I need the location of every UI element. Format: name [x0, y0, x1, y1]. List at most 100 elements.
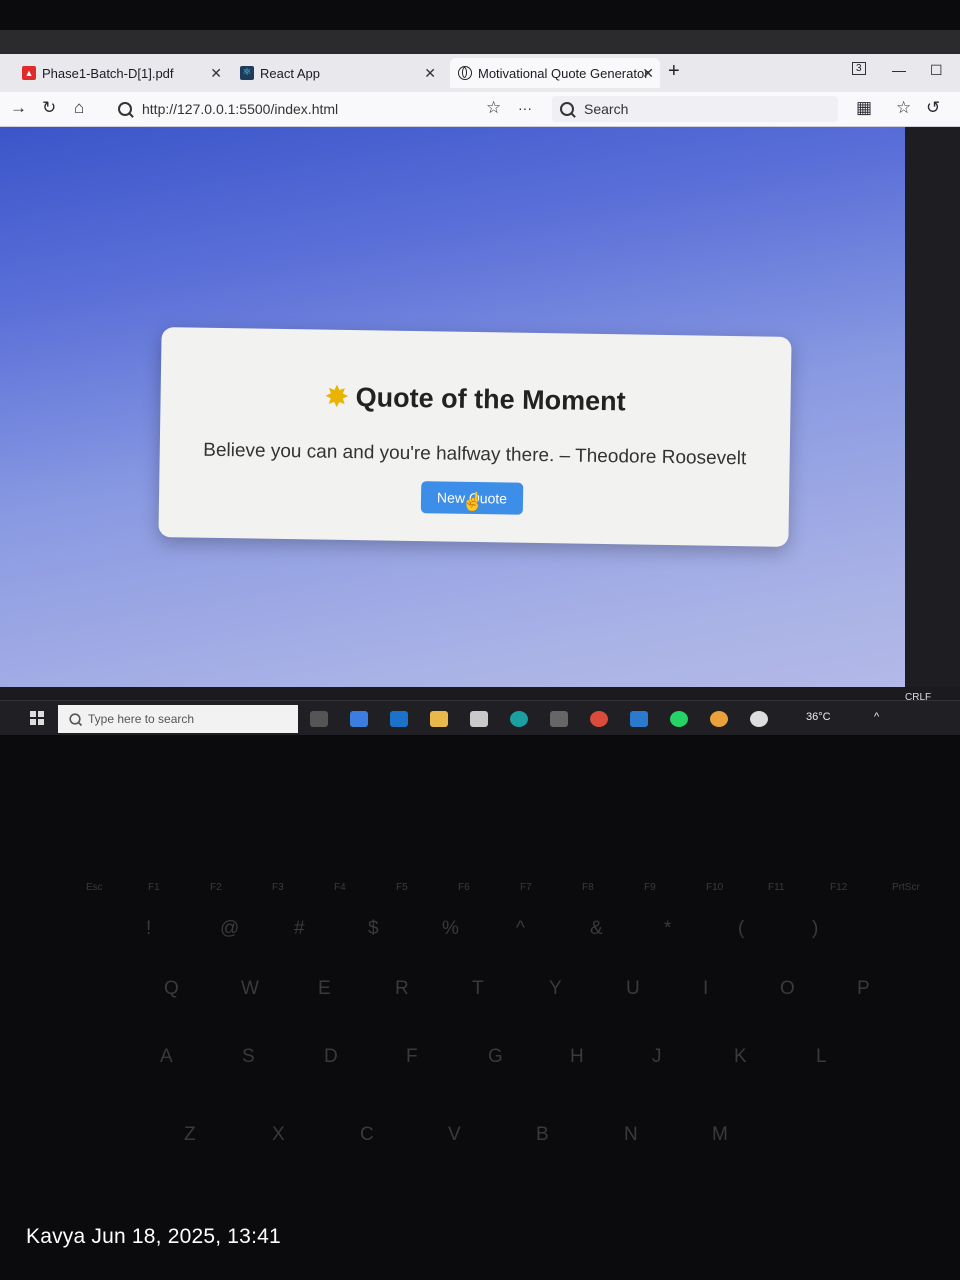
key: A: [160, 1046, 173, 1067]
close-icon[interactable]: ✕: [642, 65, 654, 82]
whatsapp-icon[interactable]: [670, 711, 688, 727]
photo-caption: Kavya Jun 18, 2025, 13:41: [26, 1225, 281, 1248]
key: %: [442, 918, 459, 939]
copilot-icon[interactable]: [350, 711, 368, 727]
tab-label: Phase1-Batch-D[1].pdf: [42, 65, 174, 81]
new-tab-icon[interactable]: +: [668, 60, 680, 83]
page-title: ✸ Quote of the Moment: [160, 379, 790, 420]
store-icon[interactable]: [470, 711, 488, 727]
terminal-icon[interactable]: [550, 711, 568, 727]
taskbar: Type here to search 36°C ^: [0, 700, 960, 735]
close-icon[interactable]: ✕: [210, 65, 222, 82]
outlook-icon[interactable]: [390, 711, 408, 727]
key: F5: [396, 882, 408, 893]
tab-count-icon[interactable]: 3: [852, 62, 866, 75]
photographed-screen: ▲ Phase1-Batch-D[1].pdf ✕ ⚛ React App ✕ …: [0, 30, 960, 735]
vscode-icon[interactable]: [630, 711, 648, 727]
key: F4: [334, 882, 346, 893]
quote-text: Believe you can and you're halfway there…: [203, 439, 747, 470]
url-text: http://127.0.0.1:5500/index.html: [142, 101, 339, 117]
key: @: [220, 918, 240, 939]
more-icon[interactable]: ···: [518, 100, 532, 116]
tray-overflow-icon[interactable]: ^: [874, 711, 879, 723]
taskbar-search-placeholder: Type here to search: [88, 712, 195, 726]
quote-card: ✸ Quote of the Moment Believe you can an…: [158, 327, 792, 547]
key: Q: [164, 978, 179, 999]
key: W: [241, 978, 259, 999]
key: F: [406, 1046, 418, 1067]
search-icon: [560, 102, 574, 116]
key: V: [448, 1124, 461, 1145]
key: U: [626, 978, 640, 999]
home-icon[interactable]: ⌂: [74, 98, 84, 118]
key: N: [624, 1124, 638, 1145]
key: F10: [706, 882, 724, 893]
react-icon: ⚛: [240, 66, 254, 80]
address-bar[interactable]: http://127.0.0.1:5500/index.html: [110, 96, 540, 122]
key: F11: [768, 882, 785, 893]
chatgpt-icon[interactable]: [750, 711, 768, 727]
tab-pdf[interactable]: ▲ Phase1-Batch-D[1].pdf ✕: [14, 58, 228, 88]
key: Esc: [86, 882, 103, 893]
windows-start-icon[interactable]: [30, 711, 44, 725]
chrome-profile-icon[interactable]: [710, 711, 728, 727]
key: #: [294, 918, 305, 939]
key: L: [816, 1046, 827, 1067]
key: M: [712, 1124, 728, 1145]
key: P: [857, 978, 870, 999]
history-icon[interactable]: ↺: [926, 98, 940, 118]
favorites-icon[interactable]: ☆: [896, 98, 911, 118]
search-icon: [69, 713, 81, 725]
pdf-icon: ▲: [22, 66, 36, 80]
forward-icon[interactable]: →: [10, 98, 27, 118]
bookmark-star-icon[interactable]: ☆: [486, 98, 501, 118]
editor-menu-strip: [0, 30, 960, 54]
key: I: [703, 978, 709, 999]
key: *: [664, 918, 672, 939]
close-icon[interactable]: ✕: [424, 65, 436, 82]
star-icon: ✸: [325, 381, 349, 413]
key: ): [812, 918, 819, 939]
key: Y: [549, 978, 562, 999]
minimize-icon[interactable]: —: [892, 62, 906, 78]
reload-icon[interactable]: ↻: [42, 98, 56, 118]
globe-icon: [458, 66, 472, 80]
maximize-icon[interactable]: ☐: [930, 62, 943, 79]
search-placeholder: Search: [584, 101, 629, 117]
page-viewport: ✸ Quote of the Moment Believe you can an…: [0, 127, 905, 687]
key: E: [318, 978, 331, 999]
key: F2: [210, 882, 222, 893]
file-explorer-icon[interactable]: [430, 711, 448, 727]
editor-side-strip: [905, 127, 960, 687]
key: G: [488, 1046, 503, 1067]
tab-bar: ▲ Phase1-Batch-D[1].pdf ✕ ⚛ React App ✕ …: [0, 54, 960, 93]
tab-label: Motivational Quote Generator: [478, 65, 649, 81]
key: F1: [148, 882, 160, 893]
navigation-bar: → ↻ ⌂ http://127.0.0.1:5500/index.html ☆…: [0, 92, 960, 127]
key: S: [242, 1046, 255, 1067]
task-view-icon[interactable]: [310, 711, 328, 727]
key: $: [368, 918, 379, 939]
key: ^: [516, 918, 525, 939]
key: Z: [184, 1124, 196, 1145]
key: H: [570, 1046, 584, 1067]
extensions-icon[interactable]: ▦: [856, 98, 872, 118]
search-icon: [118, 102, 132, 116]
key: F7: [520, 882, 532, 893]
chrome-icon[interactable]: [590, 711, 608, 727]
key: X: [272, 1124, 285, 1145]
key: J: [652, 1046, 662, 1067]
tab-quote-generator[interactable]: Motivational Quote Generator ✕: [450, 58, 660, 88]
edge-icon[interactable]: [510, 711, 528, 727]
search-input[interactable]: Search: [552, 96, 838, 122]
tab-label: React App: [260, 65, 320, 81]
key: C: [360, 1124, 374, 1145]
tab-react-app[interactable]: ⚛ React App ✕: [232, 58, 442, 88]
page-title-text: Quote of the Moment: [355, 382, 626, 417]
taskbar-search[interactable]: Type here to search: [58, 705, 298, 733]
key: D: [324, 1046, 338, 1067]
key: T: [472, 978, 484, 999]
key: &: [590, 918, 603, 939]
key: K: [734, 1046, 747, 1067]
weather-temperature[interactable]: 36°C: [806, 711, 831, 723]
